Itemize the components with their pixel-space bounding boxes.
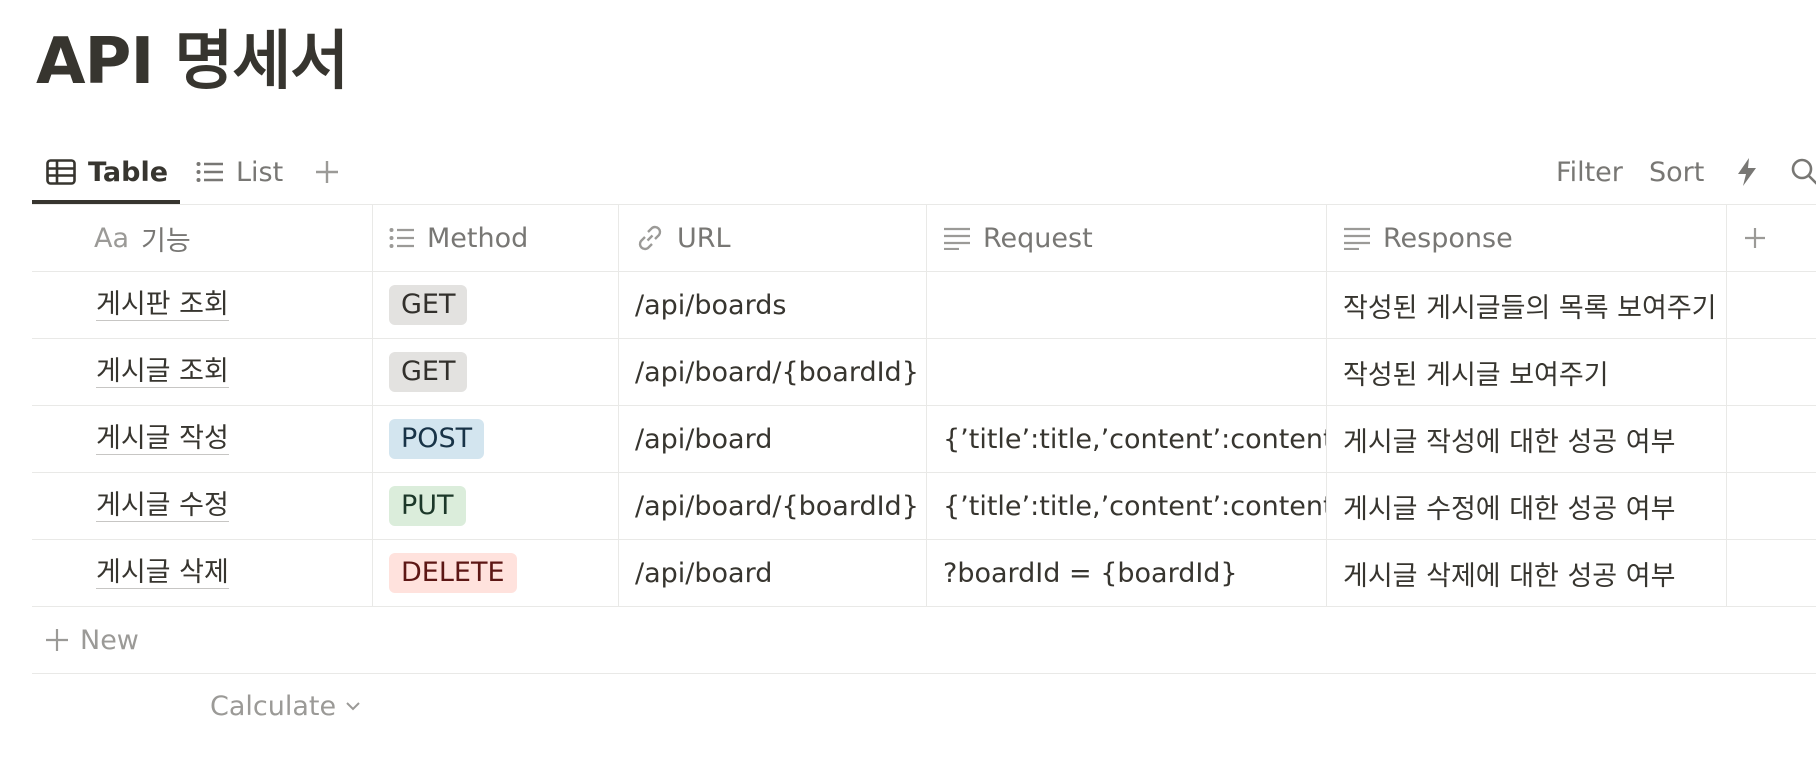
table-icon: [46, 159, 76, 185]
row-name-cell[interactable]: 게시판 조회: [32, 272, 373, 338]
column-header-label: Method: [427, 222, 529, 254]
tab-list[interactable]: List: [196, 140, 283, 204]
response-text: 작성된 게시글 보여주기: [1343, 359, 1609, 391]
row-empty-cell: [1727, 406, 1816, 472]
row-title[interactable]: 게시글 작성: [96, 423, 229, 455]
table-row[interactable]: 게시글 조회 GET /api/board/{boardId} 작성된 게시글 …: [32, 339, 1816, 406]
lightning-icon: [1736, 157, 1758, 187]
column-header-url[interactable]: URL: [619, 205, 927, 271]
response-text: 게시글 수정에 대한 성공 여부: [1343, 493, 1676, 525]
tab-table-label: Table: [88, 156, 169, 188]
search-icon: [1790, 157, 1816, 187]
sort-button[interactable]: Sort: [1649, 140, 1704, 204]
tab-list-label: List: [236, 156, 284, 188]
row-method-cell[interactable]: POST: [373, 406, 619, 472]
row-method-cell[interactable]: DELETE: [373, 540, 619, 606]
add-property-button[interactable]: [1727, 205, 1816, 271]
row-empty-cell: [1727, 473, 1816, 539]
view-bar: Table List Filter Sort: [32, 140, 1816, 204]
row-url-cell[interactable]: /api/board/{boardId}: [619, 339, 927, 405]
row-title[interactable]: 게시글 조회: [96, 356, 229, 388]
row-method-cell[interactable]: PUT: [373, 473, 619, 539]
link-icon: [635, 223, 665, 253]
calculate-button[interactable]: Calculate: [32, 674, 1816, 738]
filter-button[interactable]: Filter: [1556, 140, 1623, 204]
row-request-cell[interactable]: [927, 339, 1327, 405]
method-tag: GET: [389, 285, 468, 325]
column-header-label: URL: [677, 222, 731, 254]
table-row[interactable]: 게시글 삭제 DELETE /api/board ?boardId = {boa…: [32, 540, 1816, 607]
url-text: /api/board/{boardId}: [635, 356, 919, 388]
row-request-cell[interactable]: {’title’:title,’content’:content}: [927, 406, 1327, 472]
response-text: 게시글 작성에 대한 성공 여부: [1343, 426, 1676, 458]
method-tag: DELETE: [389, 553, 517, 593]
request-text: {’title’:title,’content’:content}: [943, 490, 1327, 522]
column-header-method[interactable]: Method: [373, 205, 619, 271]
row-response-cell[interactable]: 게시글 수정에 대한 성공 여부: [1327, 473, 1727, 539]
request-text: {’title’:title,’content’:content}: [943, 423, 1327, 455]
row-request-cell[interactable]: {’title’:title,’content’:content}: [927, 473, 1327, 539]
calculate-label: Calculate: [210, 690, 337, 722]
url-text: /api/board/{boardId}: [635, 490, 919, 522]
list-icon: [196, 161, 224, 183]
page-title: API 명세서: [36, 25, 349, 99]
row-name-cell[interactable]: 게시글 수정: [32, 473, 373, 539]
row-response-cell[interactable]: 게시글 작성에 대한 성공 여부: [1327, 406, 1727, 472]
chevron-down-icon: [344, 700, 362, 712]
row-url-cell[interactable]: /api/board: [619, 540, 927, 606]
column-header-name[interactable]: Aa 기능: [32, 205, 373, 271]
row-request-cell[interactable]: [927, 272, 1327, 338]
add-view-button[interactable]: [310, 152, 344, 192]
url-text: /api/board: [635, 423, 773, 455]
table-row[interactable]: 게시글 수정 PUT /api/board/{boardId} {’title’…: [32, 473, 1816, 540]
row-method-cell[interactable]: GET: [373, 272, 619, 338]
table-row[interactable]: 게시글 작성 POST /api/board {’title’:title,’c…: [32, 406, 1816, 473]
table-header-row: Aa 기능 Method URL Request Response: [32, 205, 1816, 272]
text-lines-icon: [943, 226, 971, 250]
row-name-cell[interactable]: 게시글 조회: [32, 339, 373, 405]
method-tag: GET: [389, 352, 468, 392]
row-url-cell[interactable]: /api/board/{boardId}: [619, 473, 927, 539]
request-text: ?boardId = {boardId}: [943, 557, 1238, 589]
table-row[interactable]: 게시판 조회 GET /api/boards 작성된 게시글들의 목록 보여주기: [32, 272, 1816, 339]
row-empty-cell: [1727, 339, 1816, 405]
method-tag: POST: [389, 419, 485, 459]
row-title[interactable]: 게시글 수정: [96, 490, 229, 522]
text-lines-icon: [1343, 226, 1371, 250]
row-request-cell[interactable]: ?boardId = {boardId}: [927, 540, 1327, 606]
row-method-cell[interactable]: GET: [373, 339, 619, 405]
select-list-icon: [389, 227, 415, 249]
row-response-cell[interactable]: 작성된 게시글 보여주기: [1327, 339, 1727, 405]
search-button[interactable]: [1790, 140, 1816, 204]
response-text: 작성된 게시글들의 목록 보여주기: [1343, 292, 1717, 324]
column-header-response[interactable]: Response: [1327, 205, 1727, 271]
plus-icon: [1743, 226, 1767, 250]
response-text: 게시글 삭제에 대한 성공 여부: [1343, 560, 1676, 592]
title-aa-icon: Aa: [94, 222, 130, 254]
url-text: /api/boards: [635, 289, 787, 321]
url-text: /api/board: [635, 557, 773, 589]
column-header-request[interactable]: Request: [927, 205, 1327, 271]
database-table: Aa 기능 Method URL Request Response 게시판 조회…: [32, 204, 1816, 738]
method-tag: PUT: [389, 486, 466, 526]
row-name-cell[interactable]: 게시글 작성: [32, 406, 373, 472]
row-url-cell[interactable]: /api/boards: [619, 272, 927, 338]
column-header-label: Request: [983, 222, 1093, 254]
row-name-cell[interactable]: 게시글 삭제: [32, 540, 373, 606]
column-header-label: 기능: [141, 225, 191, 257]
automation-button[interactable]: [1736, 140, 1758, 204]
row-title[interactable]: 게시판 조회: [96, 289, 229, 321]
row-empty-cell: [1727, 540, 1816, 606]
new-row-button[interactable]: New: [32, 607, 1816, 674]
row-empty-cell: [1727, 272, 1816, 338]
new-row-label: New: [80, 624, 139, 656]
row-title[interactable]: 게시글 삭제: [96, 557, 229, 589]
tab-table[interactable]: Table: [46, 140, 168, 204]
row-response-cell[interactable]: 게시글 삭제에 대한 성공 여부: [1327, 540, 1727, 606]
plus-icon: [314, 159, 340, 185]
column-header-label: Response: [1383, 222, 1513, 254]
row-response-cell[interactable]: 작성된 게시글들의 목록 보여주기: [1327, 272, 1727, 338]
row-url-cell[interactable]: /api/board: [619, 406, 927, 472]
plus-icon: [44, 627, 70, 653]
